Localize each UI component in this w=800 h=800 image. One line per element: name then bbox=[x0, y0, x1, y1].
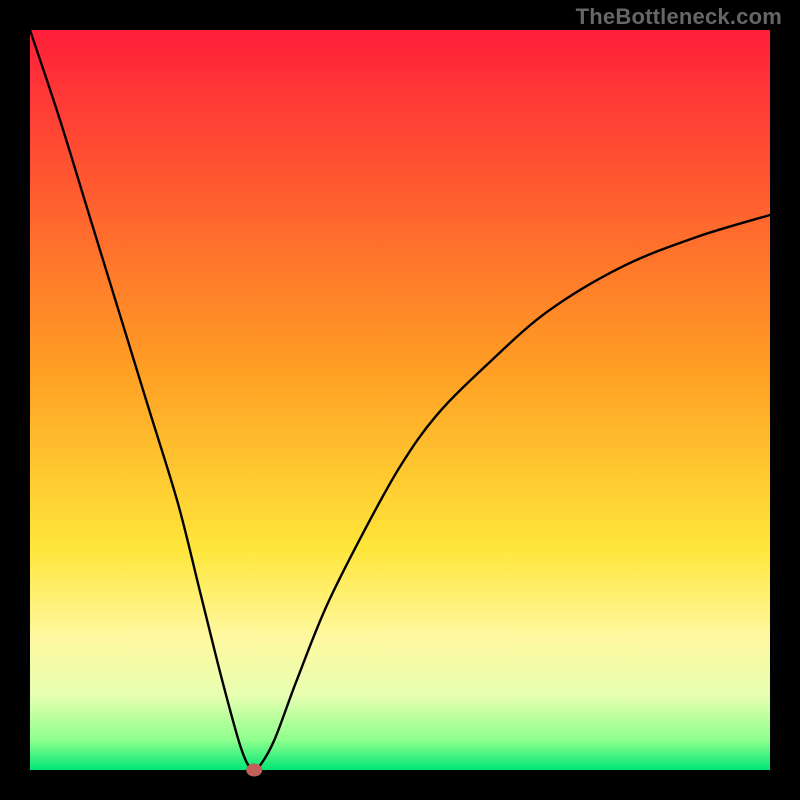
watermark-text: TheBottleneck.com bbox=[576, 4, 782, 30]
chart-frame: TheBottleneck.com bbox=[0, 0, 800, 800]
optimal-point-marker bbox=[246, 764, 262, 777]
plot-background bbox=[30, 30, 770, 770]
bottleneck-chart bbox=[0, 0, 800, 800]
